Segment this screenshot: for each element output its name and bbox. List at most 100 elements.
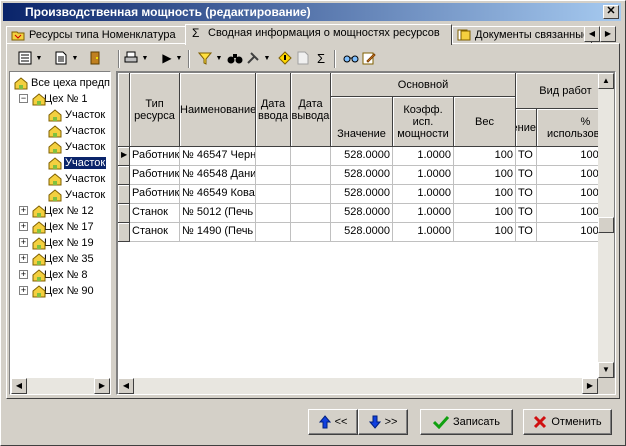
exit-door-icon[interactable] [86,49,104,67]
print-icon[interactable] [122,49,140,67]
scroll-down-button[interactable]: ▼ [598,362,614,378]
col-header-name[interactable]: Наименование [180,73,256,147]
col-header-coeff[interactable]: Коэфф. исп. мощности [393,97,454,147]
tab-documents[interactable]: Документы связанные [452,26,592,44]
scroll-right-button[interactable]: ▶ [582,378,598,394]
chevron-down-icon[interactable]: ▼ [34,49,44,67]
table-cell-weight[interactable]: 100 [454,185,516,204]
table-cell-name[interactable]: № 46548 Дани [180,166,256,185]
save-button[interactable]: Записать [420,409,513,435]
sum-icon[interactable]: Σ [312,49,330,67]
tree-node-shop[interactable]: + Цех № 19 [19,235,95,251]
table-cell-value[interactable]: 528.0000 [331,147,393,166]
tree-node-shop[interactable]: + Цех № 12 [19,203,95,219]
chevron-down-icon[interactable]: ▼ [70,49,80,67]
table-cell-weight[interactable]: 100 [454,204,516,223]
scroll-up-button[interactable]: ▲ [598,73,614,89]
expand-icon[interactable]: + [19,286,28,295]
tab-resources[interactable]: Ресурсы типа Номенклатура [6,26,186,44]
expand-icon[interactable]: + [19,254,28,263]
table-cell-pct[interactable]: 100.00 [537,147,598,166]
tab-scroll-right-button[interactable]: ▶ [600,26,616,42]
scroll-left-button[interactable]: ◀ [11,378,27,394]
tree-root-node[interactable]: Все цеха предприятия [13,75,110,91]
tree-node-section[interactable]: Участок [47,123,106,139]
chevron-down-icon[interactable]: ▼ [140,49,150,67]
table-cell-pct[interactable]: 100.00 [537,185,598,204]
prev-record-button[interactable]: << [308,409,358,435]
tree-node-section[interactable]: Участок [47,171,106,187]
table-cell-type[interactable]: Работник [130,147,180,166]
table-cell-date-in[interactable] [256,204,291,223]
document-icon[interactable] [52,49,70,67]
table-cell-name[interactable]: № 46549 Кова [180,185,256,204]
blank-page-icon[interactable] [294,49,312,67]
scroll-left-button[interactable]: ◀ [118,378,134,394]
tree-node-shop[interactable]: + Цех № 17 [19,219,95,235]
scroll-right-button[interactable]: ▶ [94,378,110,394]
table-cell-type[interactable]: Станок [130,204,180,223]
table-cell-name[interactable]: № 46547 Черн [180,147,256,166]
info-icon[interactable] [276,49,294,67]
chevron-down-icon[interactable]: ▼ [262,49,272,67]
glasses-icon[interactable] [342,49,360,67]
tree-node-section[interactable]: Участок [47,187,106,203]
tree-node-shop[interactable]: + Цех № 8 [19,267,89,283]
workshop-tree[interactable]: Все цеха предприятия − Цех № 1 Участок Уч… [9,71,111,395]
tree-horizontal-scrollbar[interactable]: ◀ ▶ [11,378,110,394]
tree-node-shop-1[interactable]: − Цех № 1 [19,91,89,107]
col-header-value[interactable]: Значение [331,97,393,147]
row-indicator[interactable]: ▶ [118,147,130,166]
table-cell-value[interactable]: 528.0000 [331,223,393,242]
close-button[interactable]: ✕ [603,5,619,19]
tree-node-section[interactable]: Участок [47,155,107,171]
row-indicator[interactable] [118,204,130,223]
table-cell-type[interactable]: Станок [130,223,180,242]
capacity-grid[interactable]: Тип ресурса Наименование Дата ввода Дата… [116,71,616,395]
row-indicator[interactable] [118,223,130,242]
table-cell-name[interactable]: № 5012 (Печь [180,204,256,223]
table-cell-coeff[interactable]: 1.0000 [393,204,454,223]
scroll-thumb[interactable] [598,217,614,233]
table-cell-weight[interactable]: 100 [454,166,516,185]
table-cell-coeff[interactable]: 1.0000 [393,147,454,166]
table-cell-wv[interactable]: ТО [516,185,537,204]
table-cell-date-out[interactable] [291,223,331,242]
tab-summary[interactable]: Σ Сводная информация о мощностях ресурсо… [185,24,452,45]
table-cell-coeff[interactable]: 1.0000 [393,223,454,242]
tree-node-shop[interactable]: + Цех № 90 [19,283,95,299]
row-indicator[interactable] [118,185,130,204]
col-header-weight[interactable]: Вес [454,97,516,147]
row-indicator[interactable] [118,166,130,185]
table-cell-coeff[interactable]: 1.0000 [393,166,454,185]
col-header-date-in[interactable]: Дата ввода [256,73,291,147]
tools-icon[interactable] [244,49,262,67]
table-cell-wv[interactable]: ТО [516,166,537,185]
table-cell-value[interactable]: 528.0000 [331,204,393,223]
table-cell-date-out[interactable] [291,204,331,223]
table-cell-value[interactable]: 528.0000 [331,166,393,185]
tree-node-section[interactable]: Участок [47,107,106,123]
table-cell-weight[interactable]: 100 [454,223,516,242]
col-header-work-pct[interactable]: % использования [537,109,598,147]
cancel-button[interactable]: Отменить [523,409,612,435]
expand-icon[interactable]: + [19,206,28,215]
chevron-down-icon[interactable]: ▼ [214,49,224,67]
list-view-icon[interactable] [16,49,34,67]
table-cell-type[interactable]: Работник [130,166,180,185]
col-header-work-value[interactable]: Значение [516,109,537,147]
table-cell-coeff[interactable]: 1.0000 [393,185,454,204]
table-cell-pct[interactable]: 100.00 [537,204,598,223]
collapse-icon[interactable]: − [19,94,28,103]
grid-vertical-scrollbar[interactable]: ▲ ▼ [598,73,614,378]
expand-icon[interactable]: + [19,270,28,279]
table-cell-date-out[interactable] [291,147,331,166]
table-cell-date-out[interactable] [291,166,331,185]
table-cell-pct[interactable]: 100.00 [537,223,598,242]
table-cell-date-out[interactable] [291,185,331,204]
table-cell-wv[interactable]: ТО [516,147,537,166]
table-cell-date-in[interactable] [256,223,291,242]
table-cell-value[interactable]: 528.0000 [331,185,393,204]
tab-scroll-left-button[interactable]: ◀ [584,26,600,42]
col-header-date-out[interactable]: Дата вывода [291,73,331,147]
